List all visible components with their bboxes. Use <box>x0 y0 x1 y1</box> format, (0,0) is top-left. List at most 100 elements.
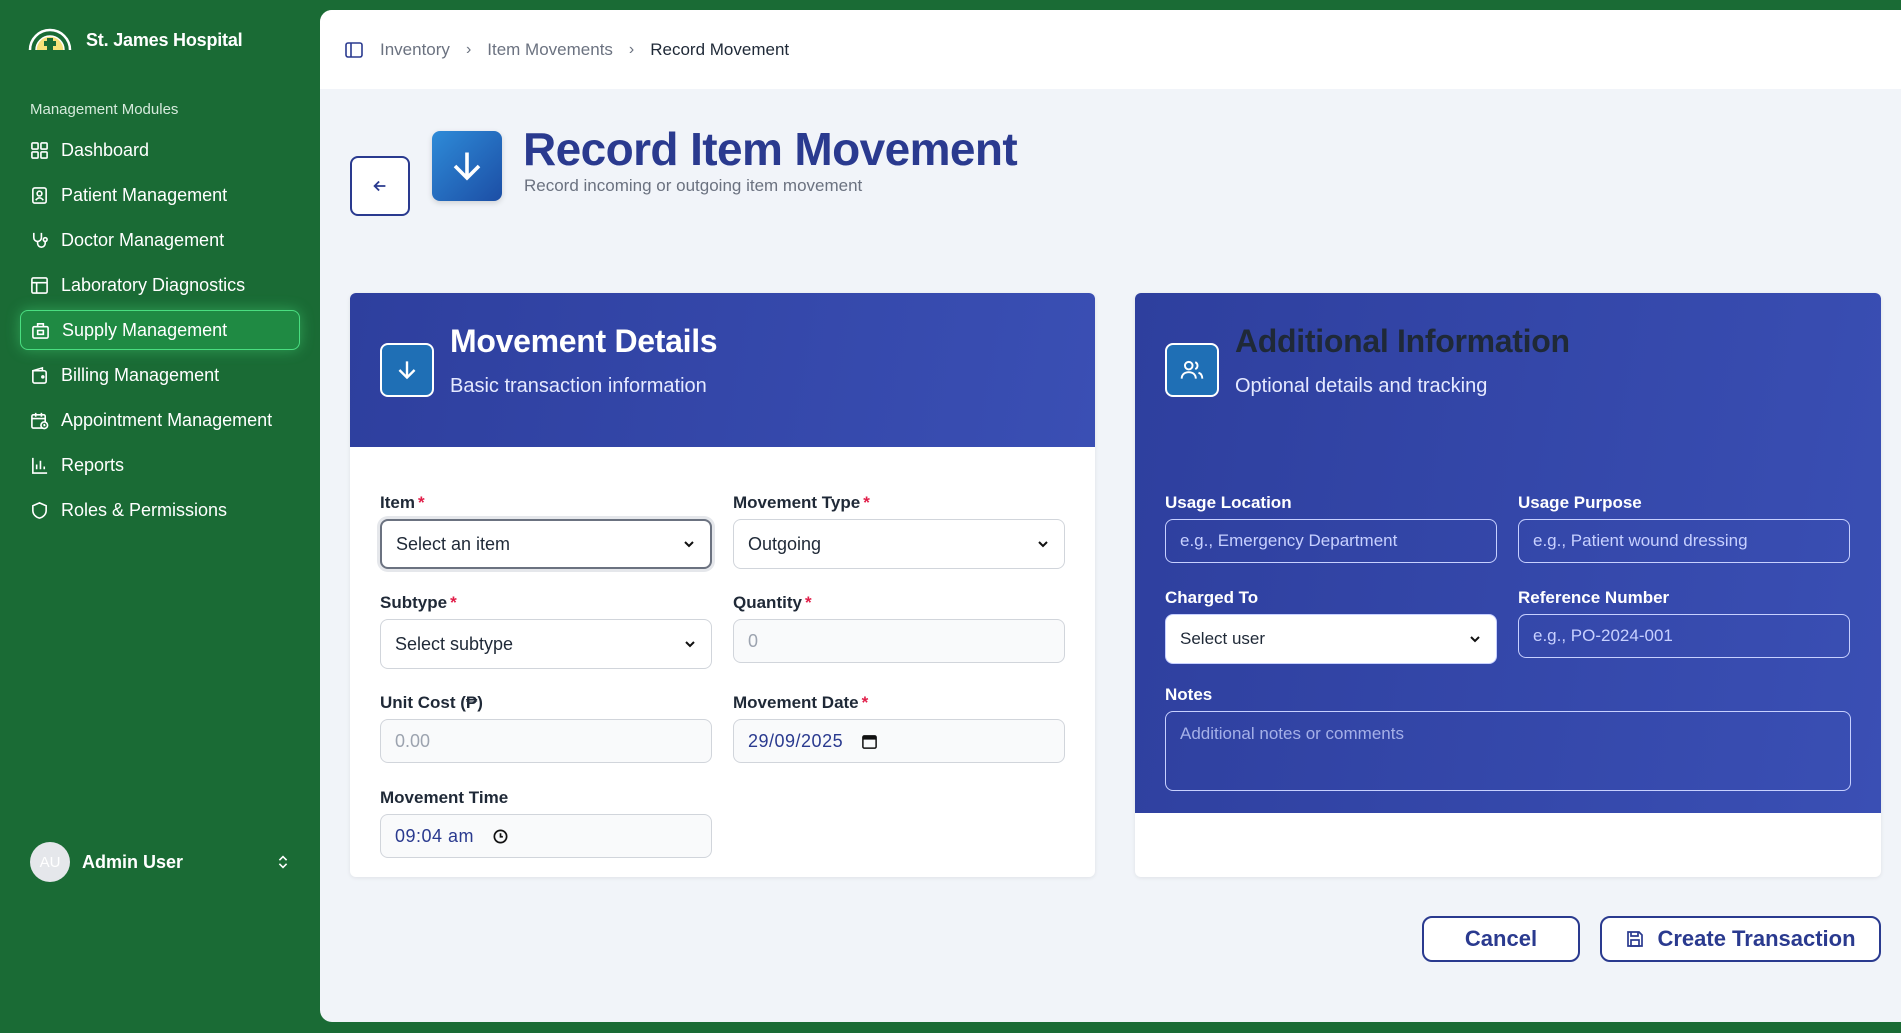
user-menu[interactable]: AU Admin User <box>30 842 292 882</box>
movement-details-card: Movement Details Basic transaction infor… <box>350 293 1095 877</box>
movement-details-title: Movement Details <box>450 323 718 359</box>
table-icon <box>31 276 48 294</box>
patient-icon <box>32 186 47 204</box>
sidebar-item-label: Laboratory Diagnostics <box>61 274 246 295</box>
chevron-down-icon <box>1038 541 1048 548</box>
item-select-value: Select an item <box>396 533 511 554</box>
sidebar-item-roles-permissions[interactable]: Roles & Permissions <box>20 490 300 530</box>
stethoscope-icon <box>32 232 48 248</box>
sidebar-item-label: Billing Management <box>61 364 220 385</box>
cancel-button-label: Cancel <box>1464 926 1538 951</box>
chevron-right-icon: › <box>628 40 635 58</box>
charged-to-field: Charged To Select user <box>1165 588 1497 664</box>
chevron-down-icon <box>1470 636 1480 643</box>
movement-time-label: Movement Time <box>380 788 509 807</box>
sidebar: St. James Hospital Management Modules Da… <box>0 0 320 1033</box>
users-icon <box>1180 360 1204 379</box>
create-transaction-button[interactable]: Create Transaction <box>1600 916 1881 962</box>
bar-chart-icon <box>32 457 48 474</box>
notes-textarea[interactable]: Additional notes or comments <box>1165 711 1851 791</box>
page-subtitle: Record incoming or outgoing item movemen… <box>524 176 863 195</box>
sidebar-item-label: Patient Management <box>61 184 228 205</box>
usage-purpose-label: Usage Purpose <box>1518 493 1642 512</box>
additional-info-title: Additional Information <box>1235 323 1570 359</box>
usage-location-placeholder: e.g., Emergency Department <box>1180 531 1398 550</box>
unit-cost-input[interactable]: 0.00 <box>380 719 712 763</box>
quantity-input[interactable]: 0 <box>733 619 1065 663</box>
reference-number-field: Reference Number e.g., PO-2024-001 <box>1518 588 1850 658</box>
quantity-label: Quantity * <box>733 593 812 612</box>
shield-icon <box>32 501 47 519</box>
avatar: AU <box>30 842 70 882</box>
sidebar-item-billing-management[interactable]: Billing Management <box>20 355 300 395</box>
sidebar-item-appointment-management[interactable]: Appointment Management <box>20 400 300 440</box>
additional-info-subtitle: Optional details and tracking <box>1235 375 1488 397</box>
chevron-down-icon <box>685 641 695 648</box>
movement-date-field: Movement Date * 29/09/2025 <box>733 693 1065 763</box>
charged-to-select[interactable]: Select user <box>1165 614 1497 664</box>
movement-type-field: Movement Type * Outgoing <box>733 493 1065 569</box>
subtype-select[interactable]: Select subtype <box>380 619 712 669</box>
create-transaction-label: Create Transaction <box>1657 926 1856 951</box>
back-button[interactable] <box>350 156 410 216</box>
movement-type-value: Outgoing <box>748 533 822 554</box>
unit-cost-field: Unit Cost (₱) 0.00 <box>380 693 712 763</box>
sidebar-item-label: Dashboard <box>61 139 150 160</box>
breadcrumb: Inventory › Item Movements › Record Move… <box>320 10 1901 89</box>
movement-date-label: Movement Date * <box>733 693 869 712</box>
movement-date-input[interactable]: 29/09/2025 <box>733 719 1065 763</box>
usage-purpose-placeholder: e.g., Patient wound dressing <box>1533 531 1748 550</box>
usage-purpose-input[interactable]: e.g., Patient wound dressing <box>1518 519 1850 563</box>
reference-number-placeholder: e.g., PO-2024-001 <box>1533 626 1673 645</box>
notes-placeholder: Additional notes or comments <box>1180 724 1404 743</box>
usage-purpose-field: Usage Purpose e.g., Patient wound dressi… <box>1518 493 1850 563</box>
movement-details-icon <box>380 343 434 397</box>
supply-icon <box>32 322 49 339</box>
usage-location-input[interactable]: e.g., Emergency Department <box>1165 519 1497 563</box>
page-title: Record Item Movement <box>523 123 1018 175</box>
hospital-name: St. James Hospital <box>86 29 243 50</box>
subtype-field: Subtype * Select subtype <box>380 593 712 669</box>
movement-type-select[interactable]: Outgoing <box>733 519 1065 569</box>
sidebar-item-label: Reports <box>61 454 125 475</box>
charged-to-value: Select user <box>1180 629 1266 648</box>
item-select[interactable]: Select an item <box>380 519 712 569</box>
notes-field: Notes <box>1165 685 1851 711</box>
breadcrumb-item-movements[interactable]: Item Movements <box>487 40 613 60</box>
item-label: Item * <box>380 493 425 512</box>
sidebar-item-label: Appointment Management <box>61 409 273 430</box>
breadcrumb-inventory[interactable]: Inventory <box>380 40 450 60</box>
dashboard-icon <box>31 141 48 159</box>
sidebar-nav: Dashboard Patient Management Doctor Mana… <box>20 130 300 535</box>
page-title-icon <box>432 131 502 201</box>
sidebar-toggle-icon[interactable] <box>344 40 364 60</box>
movement-type-label: Movement Type * <box>733 493 870 512</box>
movement-details-subtitle: Basic transaction information <box>450 375 707 397</box>
additional-info-icon <box>1165 343 1219 397</box>
cancel-button[interactable]: Cancel <box>1422 916 1580 962</box>
quantity-field: Quantity * 0 <box>733 593 1065 663</box>
sidebar-item-label: Roles & Permissions <box>61 499 228 520</box>
sidebar-item-supply-management[interactable]: Supply Management <box>20 310 300 350</box>
sidebar-item-dashboard[interactable]: Dashboard <box>20 130 300 170</box>
usage-location-label: Usage Location <box>1165 493 1292 512</box>
subtype-label: Subtype * <box>380 593 457 612</box>
sidebar-item-reports[interactable]: Reports <box>20 445 300 485</box>
chevron-right-icon: › <box>465 40 472 58</box>
calendar-icon <box>31 412 49 429</box>
unit-cost-placeholder: 0.00 <box>395 730 431 751</box>
movement-time-value: 09:04 am <box>395 825 475 846</box>
reference-number-input[interactable]: e.g., PO-2024-001 <box>1518 614 1850 658</box>
brand[interactable]: St. James Hospital <box>28 28 243 52</box>
sidebar-item-doctor-management[interactable]: Doctor Management <box>20 220 300 260</box>
sidebar-item-patient-management[interactable]: Patient Management <box>20 175 300 215</box>
movement-time-field: Movement Time 09:04 am <box>380 788 712 858</box>
charged-to-label: Charged To <box>1165 588 1259 607</box>
sidebar-item-label: Doctor Management <box>61 229 225 250</box>
movement-time-input[interactable]: 09:04 am <box>380 814 712 858</box>
calendar-icon[interactable] <box>861 733 878 750</box>
clock-icon[interactable] <box>492 828 509 845</box>
sidebar-item-laboratory-diagnostics[interactable]: Laboratory Diagnostics <box>20 265 300 305</box>
movement-date-value: 29/09/2025 <box>748 730 844 751</box>
main-panel: Inventory › Item Movements › Record Move… <box>320 10 1901 1022</box>
